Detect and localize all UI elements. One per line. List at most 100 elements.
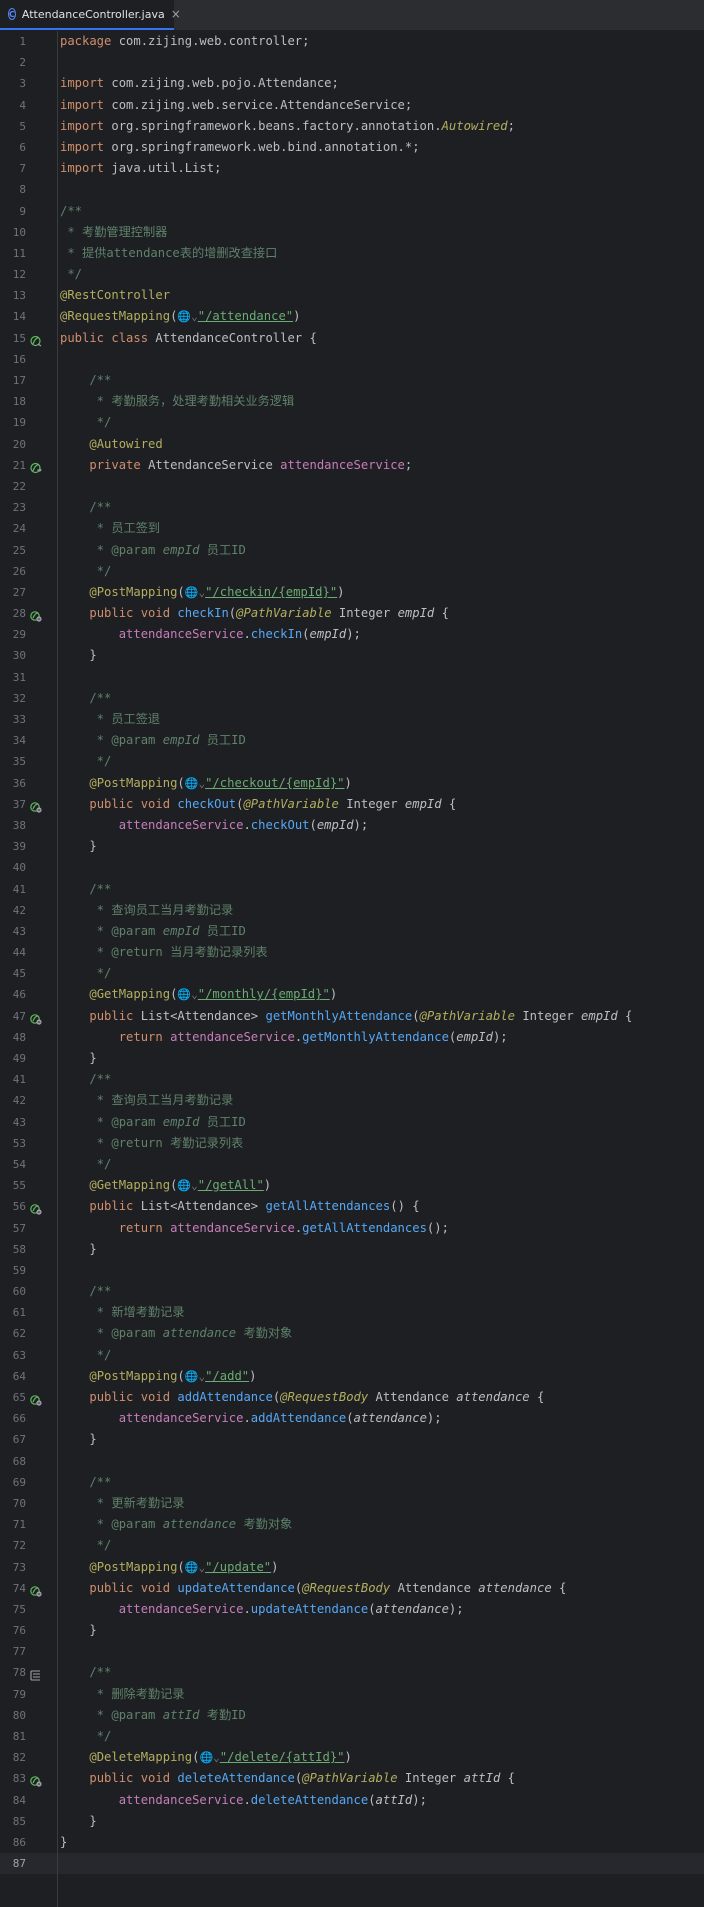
line-number[interactable]: 31 <box>0 667 26 688</box>
code-line[interactable]: 7 import java.util.List; <box>0 158 704 179</box>
code-line[interactable]: 8 <box>0 179 704 200</box>
code-line[interactable]: 72 */ <box>0 1535 704 1556</box>
code-line[interactable]: 66 attendanceService.addAttendance(atten… <box>0 1408 704 1429</box>
code-line[interactable]: 38 attendanceService.checkOut(empId); <box>0 815 704 836</box>
code-line[interactable]: 81 */ <box>0 1726 704 1747</box>
line-number[interactable]: 25 <box>0 540 26 561</box>
code-line[interactable]: 5 import org.springframework.beans.factor… <box>0 116 704 137</box>
code-line[interactable]: 41 /** <box>0 879 704 900</box>
code-line[interactable]: 61 * 新增考勤记录 <box>0 1302 704 1323</box>
line-number[interactable]: 47 <box>0 1006 26 1027</box>
line-number[interactable]: 63 <box>0 1345 26 1366</box>
line-number[interactable]: 78 <box>0 1662 26 1683</box>
code-line[interactable]: 21 private AttendanceService attendanceS… <box>0 455 704 476</box>
code-line[interactable]: 75 attendanceService.updateAttendance(at… <box>0 1599 704 1620</box>
line-number[interactable]: 43 <box>0 921 26 942</box>
line-number[interactable]: 40 <box>0 857 26 878</box>
code-line[interactable]: 47 public List<Attendance> getMonthlyAtt… <box>0 1006 704 1027</box>
code-line[interactable]: 62 * @param attendance 考勤对象 <box>0 1323 704 1344</box>
code-line[interactable]: 64 @PostMapping(🌐⌄"/add") <box>0 1366 704 1387</box>
line-number[interactable]: 59 <box>0 1260 26 1281</box>
line-number[interactable]: 44 <box>0 942 26 963</box>
line-number[interactable]: 82 <box>0 1747 26 1768</box>
code-line[interactable]: 55 @GetMapping(🌐⌄"/getAll") <box>0 1175 704 1196</box>
endpoint-gutter-icon[interactable] <box>30 608 42 622</box>
line-number[interactable]: 18 <box>0 391 26 412</box>
endpoint-gutter-icon[interactable] <box>30 1011 42 1025</box>
line-number[interactable]: 10 <box>0 222 26 243</box>
line-number[interactable]: 56 <box>0 1196 26 1217</box>
code-line[interactable]: 77 <box>0 1641 704 1662</box>
code-line[interactable]: 84 attendanceService.deleteAttendance(at… <box>0 1790 704 1811</box>
line-number[interactable]: 42 <box>0 900 26 921</box>
code-line[interactable]: 63 */ <box>0 1345 704 1366</box>
line-number[interactable]: 12 <box>0 264 26 285</box>
line-number[interactable]: 33 <box>0 709 26 730</box>
code-line[interactable]: 34 * @param empId 员工ID <box>0 730 704 751</box>
code-line[interactable]: 15 public class AttendanceController { <box>0 328 704 349</box>
endpoint-gutter-icon[interactable] <box>30 1392 42 1406</box>
code-line[interactable]: 87 <box>0 1853 704 1875</box>
code-line[interactable]: 14 @RequestMapping(🌐⌄"/attendance") <box>0 306 704 327</box>
line-number[interactable]: 70 <box>0 1493 26 1514</box>
code-line[interactable]: 73 @PostMapping(🌐⌄"/update") <box>0 1557 704 1578</box>
code-line[interactable]: 11 * 提供attendance表的增删改查接口 <box>0 243 704 264</box>
code-line[interactable]: 53 * @return 考勤记录列表 <box>0 1133 704 1154</box>
code-line[interactable]: 54 */ <box>0 1154 704 1175</box>
code-line[interactable]: 70 * 更新考勤记录 <box>0 1493 704 1514</box>
line-number[interactable]: 17 <box>0 370 26 391</box>
code-line[interactable]: 31 <box>0 667 704 688</box>
line-number[interactable]: 11 <box>0 243 26 264</box>
line-number[interactable]: 42 <box>0 1090 26 1111</box>
line-number[interactable]: 5 <box>0 116 26 137</box>
code-line[interactable]: 10 * 考勤管理控制器 <box>0 222 704 243</box>
line-number[interactable]: 62 <box>0 1323 26 1344</box>
code-line[interactable]: 80 * @param attId 考勤ID <box>0 1705 704 1726</box>
line-number[interactable]: 49 <box>0 1048 26 1069</box>
line-number[interactable]: 64 <box>0 1366 26 1387</box>
endpoint-gutter-icon[interactable] <box>30 1773 42 1787</box>
line-number[interactable]: 7 <box>0 158 26 179</box>
code-line[interactable]: 48 return attendanceService.getMonthlyAt… <box>0 1027 704 1048</box>
line-number[interactable]: 69 <box>0 1472 26 1493</box>
code-line[interactable]: 57 return attendanceService.getAllAttend… <box>0 1218 704 1239</box>
code-line[interactable]: 42 * 查询员工当月考勤记录 <box>0 1090 704 1111</box>
code-line[interactable]: 4 import com.zijing.web.service.Attendanc… <box>0 95 704 116</box>
code-line[interactable]: 43 * @param empId 员工ID <box>0 1112 704 1133</box>
line-number[interactable]: 30 <box>0 645 26 666</box>
code-line[interactable]: 71 * @param attendance 考勤对象 <box>0 1514 704 1535</box>
line-number[interactable]: 81 <box>0 1726 26 1747</box>
code-line[interactable]: 37 public void checkOut(@PathVariable In… <box>0 794 704 815</box>
code-line[interactable]: 44 * @return 当月考勤记录列表 <box>0 942 704 963</box>
code-line[interactable]: 22 <box>0 476 704 497</box>
line-number[interactable]: 83 <box>0 1768 26 1789</box>
code-line[interactable]: 68 <box>0 1451 704 1472</box>
code-line[interactable]: 16 <box>0 349 704 370</box>
code-line[interactable]: 13 @RestController <box>0 285 704 306</box>
line-number[interactable]: 19 <box>0 412 26 433</box>
line-number[interactable]: 41 <box>0 1069 26 1090</box>
line-number[interactable]: 34 <box>0 730 26 751</box>
code-line[interactable]: 3 import com.zijing.web.pojo.Attendance; <box>0 73 704 94</box>
code-line[interactable]: 26 */ <box>0 561 704 582</box>
code-line[interactable]: 12 */ <box>0 264 704 285</box>
code-line[interactable]: 23 /** <box>0 497 704 518</box>
code-line[interactable]: 24 * 员工签到 <box>0 518 704 539</box>
code-line[interactable]: 69 /** <box>0 1472 704 1493</box>
code-line[interactable]: 19 */ <box>0 412 704 433</box>
code-line[interactable]: 40 <box>0 857 704 878</box>
line-number[interactable]: 54 <box>0 1154 26 1175</box>
line-number[interactable]: 38 <box>0 815 26 836</box>
doc-render-gutter-icon[interactable] <box>30 1667 42 1681</box>
line-number[interactable]: 20 <box>0 434 26 455</box>
code-line[interactable]: 67 } <box>0 1429 704 1450</box>
line-number[interactable]: 48 <box>0 1027 26 1048</box>
line-number[interactable]: 71 <box>0 1514 26 1535</box>
code-line[interactable]: 30 } <box>0 645 704 666</box>
code-line[interactable]: 6 import org.springframework.web.bind.ann… <box>0 137 704 158</box>
code-line[interactable]: 39 } <box>0 836 704 857</box>
line-number[interactable]: 29 <box>0 624 26 645</box>
line-number[interactable]: 21 <box>0 455 26 476</box>
code-line[interactable]: 76 } <box>0 1620 704 1641</box>
line-number[interactable]: 13 <box>0 285 26 306</box>
